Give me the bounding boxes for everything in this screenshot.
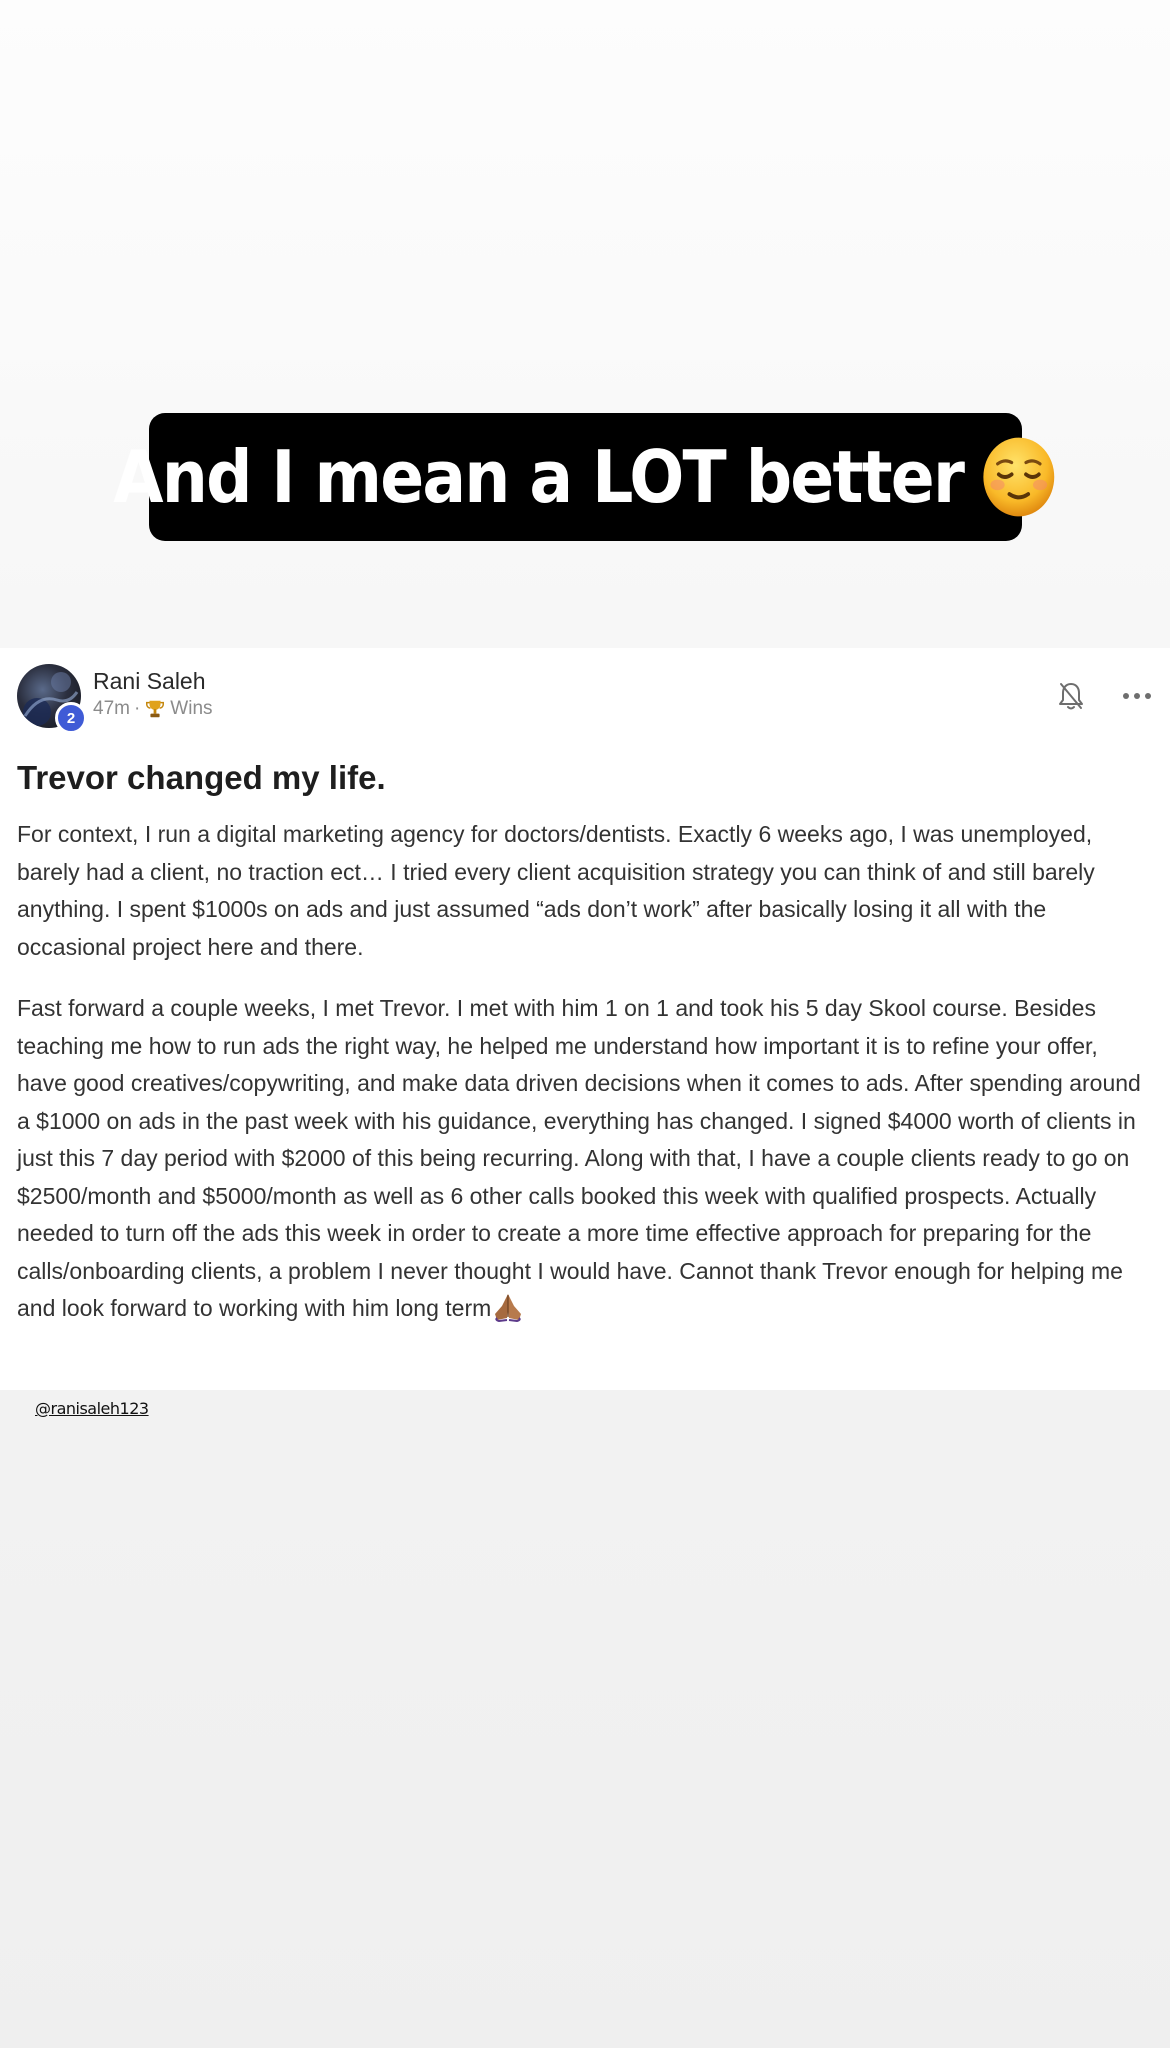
trophy-icon — [146, 700, 165, 718]
avatar-wrap[interactable]: 2 — [17, 664, 87, 734]
post-paragraph-last: Fast forward a couple weeks, I met Trevo… — [17, 990, 1153, 1328]
level-badge: 2 — [55, 702, 87, 734]
post-time: 47m — [93, 698, 130, 719]
folded-hands-emoji-icon — [495, 1294, 522, 1322]
bell-off-icon — [1059, 683, 1083, 710]
post-header: 2 Rani Saleh 47m · Wins — [17, 664, 1153, 734]
author-name[interactable]: Rani Saleh — [93, 666, 213, 696]
relieved-face-emoji-icon — [983, 437, 1055, 517]
post-card: 2 Rani Saleh 47m · Wins Trevor changed m… — [0, 648, 1170, 1390]
story-caption: And I mean a LOT better — [114, 413, 1055, 541]
post-title: Trevor changed my life. — [17, 759, 386, 796]
author-block: Rani Saleh 47m · Wins — [93, 664, 213, 722]
header-actions — [1055, 680, 1153, 712]
post-paragraph: For context, I run a digital marketing a… — [17, 821, 1095, 960]
caption-label: And I mean a LOT better — [113, 435, 965, 519]
story-caption-text: And I mean a LOT better — [114, 435, 1057, 519]
post-body: For context, I run a digital marketing a… — [17, 816, 1153, 1328]
post-paragraph-text: Fast forward a couple weeks, I met Trevo… — [17, 995, 1141, 1321]
mute-notifications-button[interactable] — [1055, 680, 1087, 712]
meta-separator: · — [133, 698, 141, 719]
more-dots-icon — [1123, 693, 1151, 699]
post-category[interactable]: Wins — [170, 696, 212, 722]
more-options-button[interactable] — [1121, 680, 1153, 712]
post-meta: 47m · Wins — [93, 696, 213, 722]
mention-tag[interactable]: @ranisaleh123 — [35, 1399, 149, 1418]
